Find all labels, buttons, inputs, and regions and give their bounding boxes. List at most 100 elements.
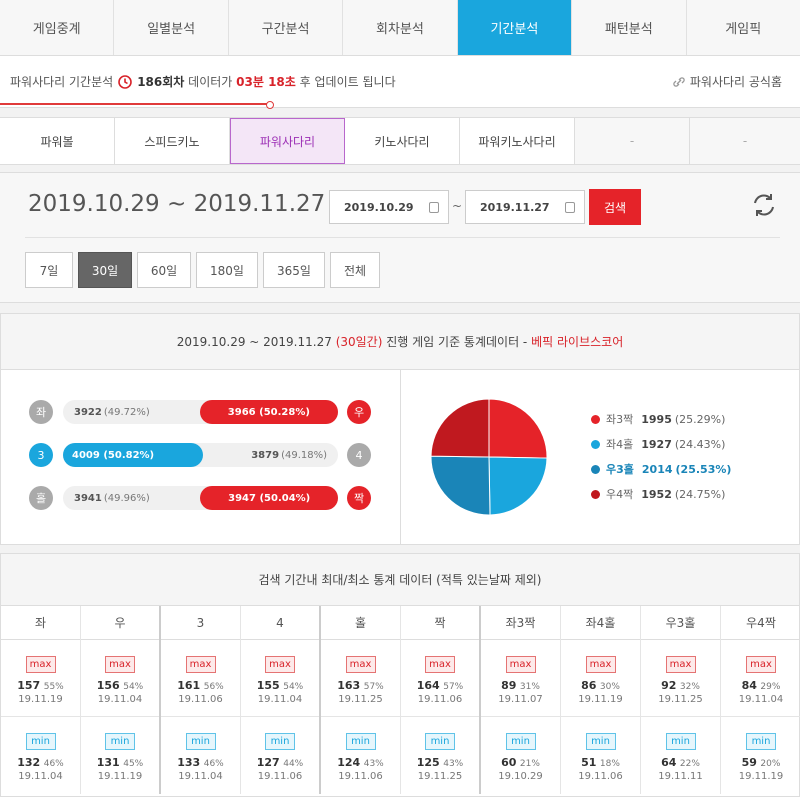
minmax-column: 우 max 156 54% 19.11.04 min 131 45% 19.11.19 [81,606,161,794]
search-button[interactable]: 검색 [589,189,641,225]
min-cell: min 127 44% 19.11.06 [241,717,319,794]
link-icon [673,76,685,87]
tab-pattern[interactable]: 패턴분석 [572,0,687,55]
legend-dot [591,414,600,424]
minmax-column: 우4짝 max 84 29% 19.11.04 min 59 20% 19.11.19 [721,606,800,794]
column-header: 3 [161,606,240,640]
max-badge: max [746,656,776,673]
bar-track: 3922 (49.72%) 3966 (50.28%) [63,400,338,424]
game-tab-empty-1: - [575,118,690,164]
min-value: 132 46% [17,756,64,769]
column-header: 4 [241,606,319,640]
game-tab-speedkeno[interactable]: 스피드키노 [115,118,230,164]
legend-dot [591,489,600,499]
minmax-header: 검색 기간내 최대/최소 통계 데이터 (적특 있는날짜 제외) [1,554,799,606]
min-date: 19.11.06 [578,771,623,782]
period-30d-button[interactable]: 30일 [78,252,132,288]
min-date: 19.11.06 [257,771,303,782]
game-tab-powerladder[interactable]: 파워사다리 [230,118,345,164]
max-date: 19.11.04 [97,694,143,705]
max-cell: max 86 30% 19.11.19 [561,640,640,717]
tab-section[interactable]: 구간분석 [229,0,344,55]
max-date: 19.11.19 [578,694,623,705]
min-badge: min [345,733,376,750]
min-badge: min [425,733,455,750]
legend-item: 좌3짝 1995 (25.29%) [591,411,725,427]
minmax-table: 좌 max 157 55% 19.11.19 min 132 46% 19.11.04 우 ma… [1,606,800,794]
pie-slice-1 [488,398,548,459]
tab-live[interactable]: 게임중계 [0,0,115,55]
calendar-icon[interactable] [429,202,439,213]
max-value: 164 57% [416,679,464,692]
min-cell: min 132 46% 19.11.04 [1,717,80,794]
minmax-column: 우3홀 max 92 32% 19.11.25 min 64 22% 19.11.11 [641,606,721,794]
legend-dot [591,439,600,449]
max-value: 89 31% [501,679,540,692]
bar-row-odd-even: 홀 3941 (49.96%) 3947 (50.04%) 짝 [29,484,373,512]
tab-daily[interactable]: 일별분석 [114,0,229,55]
min-badge: min [505,733,536,750]
min-value: 64 22% [661,756,700,769]
date-from-input[interactable]: 2019.10.29 [329,190,449,224]
tab-round[interactable]: 회차분석 [343,0,458,55]
min-date: 19.11.04 [178,771,223,782]
min-value: 60 21% [501,756,540,769]
period-7d-button[interactable]: 7일 [25,252,73,288]
max-date: 19.11.19 [18,694,63,705]
max-badge: max [185,656,216,673]
max-badge: max [265,656,295,673]
update-notice: 파워사다리 기간분석 186회차 데이터가 03분 18초 후 업데이트 됩니다 [10,73,396,90]
max-cell: max 163 57% 19.11.25 [321,640,400,717]
legend-item: 우4짝 1952 (24.75%) [591,486,725,502]
column-header: 좌3짝 [481,606,560,640]
official-link[interactable]: 파워사다리 공식홈 [672,73,782,90]
period-60d-button[interactable]: 60일 [137,252,191,288]
max-value: 157 55% [17,679,64,692]
column-header: 우4짝 [721,606,800,640]
min-cell: min 51 18% 19.11.06 [561,717,640,794]
game-tab-powerball[interactable]: 파워볼 [0,118,115,164]
period-all-button[interactable]: 전체 [330,252,380,288]
round-number: 186회차 [137,75,185,89]
min-badge: min [746,733,776,750]
max-value: 155 54% [256,679,304,692]
minmax-column: 4 max 155 54% 19.11.04 min 127 44% 19.11.06 [241,606,321,794]
pie-slice-3 [430,455,491,516]
game-tab-powerkenoladder[interactable]: 파워키노사다리 [460,118,575,164]
info-suffix: 후 업데이트 됩니다 [299,75,396,89]
divider [25,237,780,238]
min-value: 125 43% [416,756,464,769]
period-180d-button[interactable]: 180일 [196,252,258,288]
period-365d-button[interactable]: 365일 [263,252,325,288]
game-tab-empty-2: - [690,118,800,164]
minmax-column: 좌4홀 max 86 30% 19.11.19 min 51 18% 19.11.06 [561,606,641,794]
column-header: 홀 [321,606,400,640]
stats-text: 진행 게임 기준 통계데이터 - [386,335,528,349]
minmax-column: 좌 max 157 55% 19.11.19 min 132 46% 19.11.04 [1,606,81,794]
official-link-label: 파워사다리 공식홈 [689,75,782,89]
max-badge: max [425,656,455,673]
left-circle: 3 [29,443,53,467]
info-bar: 파워사다리 기간분석 186회차 데이터가 03분 18초 후 업데이트 됩니다… [0,56,800,109]
max-badge: max [505,656,536,673]
max-cell: max 92 32% 19.11.25 [641,640,720,717]
column-header: 좌4홀 [561,606,640,640]
min-date: 19.11.04 [18,771,63,782]
right-fill: 3966 (50.28%) [199,400,338,424]
tab-period[interactable]: 기간분석 [457,0,573,55]
calendar-icon[interactable] [565,202,575,213]
right-fill: 3947 (50.04%) [200,486,338,510]
min-cell: min 133 46% 19.11.04 [161,717,240,794]
max-cell: max 164 57% 19.11.06 [401,640,479,717]
max-value: 161 56% [177,679,224,692]
minmax-panel: 검색 기간내 최대/최소 통계 데이터 (적특 있는날짜 제외) 좌 max 157… [0,553,800,797]
countdown-timer: 03분 18초 [236,75,296,89]
bar-row-left-right: 좌 3922 (49.72%) 3966 (50.28%) 우 [29,398,373,426]
max-cell: max 157 55% 19.11.19 [1,640,80,717]
date-to-input[interactable]: 2019.11.27 [465,190,585,224]
game-tab-kenoladder[interactable]: 키노사다리 [345,118,460,164]
tab-pick[interactable]: 게임픽 [687,0,800,55]
min-cell: min 64 22% 19.11.11 [641,717,720,794]
top-nav: 게임중계 일별분석 구간분석 회차분석 기간분석 패턴분석 게임픽 [0,0,800,56]
refresh-icon[interactable] [750,191,778,219]
